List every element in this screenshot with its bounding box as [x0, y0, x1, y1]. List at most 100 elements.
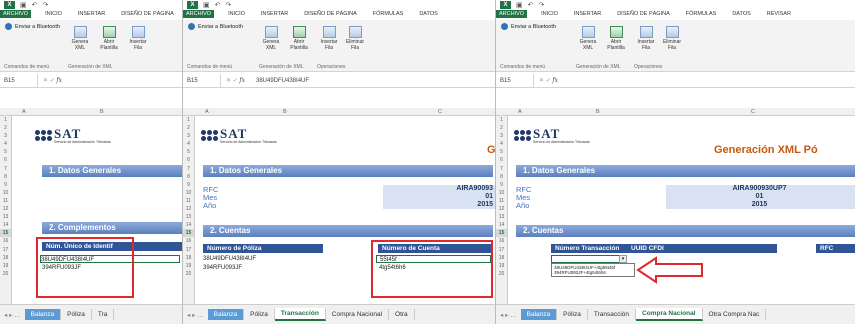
- row-number[interactable]: 20: [496, 270, 507, 278]
- tab-formulas[interactable]: FÓRMULAS: [684, 10, 719, 18]
- row-number[interactable]: 17: [0, 246, 11, 254]
- row-number[interactable]: 8: [0, 173, 11, 181]
- insertar-fila-button[interactable]: Insertar Fila: [126, 26, 150, 52]
- row-number[interactable]: 10: [496, 189, 507, 197]
- save-icon[interactable]: ▣: [203, 1, 210, 9]
- row-number[interactable]: 4: [183, 140, 194, 148]
- sheet-tab-poliza[interactable]: Póliza: [557, 309, 588, 320]
- col-b[interactable]: B: [596, 109, 600, 115]
- row-number[interactable]: 16: [183, 237, 194, 245]
- col-c[interactable]: C: [751, 109, 755, 115]
- row-number[interactable]: 2: [496, 124, 507, 132]
- row-number[interactable]: 9: [183, 181, 194, 189]
- row-number[interactable]: 5: [183, 148, 194, 156]
- row-number[interactable]: 8: [496, 173, 507, 181]
- cell-b16[interactable]: 394RFU093JF: [203, 264, 242, 272]
- row-number[interactable]: 19: [496, 262, 507, 270]
- sheet-tab-balanza[interactable]: Balanza: [24, 309, 62, 320]
- row-number[interactable]: 1: [183, 116, 194, 124]
- sheet-tab-otra-compra[interactable]: Otra Compra Nac: [703, 309, 767, 320]
- mes-value[interactable]: 01: [383, 193, 495, 201]
- col-a[interactable]: A: [205, 109, 209, 115]
- row-number[interactable]: 6: [183, 156, 194, 164]
- row-number[interactable]: 8: [183, 173, 194, 181]
- mes-value[interactable]: 01: [666, 193, 855, 201]
- sheet-tab-transaccion[interactable]: Tra: [92, 309, 115, 320]
- sheet-tab-compra-nacional[interactable]: Compra Nacional: [636, 308, 703, 321]
- tab-inicio[interactable]: INICIO: [43, 10, 64, 18]
- row-number[interactable]: 17: [496, 246, 507, 254]
- tab-datos[interactable]: DATOS: [730, 10, 752, 18]
- undo-icon[interactable]: ↶: [32, 1, 38, 9]
- tab-datos[interactable]: DATOS: [417, 10, 439, 18]
- cell-b15[interactable]: 38U49DFU438I4UF: [203, 255, 256, 263]
- genera-xml-button[interactable]: Genera XML: [259, 26, 283, 52]
- row-number[interactable]: 9: [496, 181, 507, 189]
- row-number[interactable]: 5: [496, 148, 507, 156]
- row-number[interactable]: 12: [183, 205, 194, 213]
- row-number[interactable]: 18: [0, 254, 11, 262]
- tab-insertar[interactable]: INSERTAR: [259, 10, 290, 18]
- row-number[interactable]: 16: [0, 237, 11, 245]
- tab-insertar[interactable]: INSERTAR: [572, 10, 603, 18]
- row-number[interactable]: 11: [496, 197, 507, 205]
- col-b[interactable]: B: [100, 109, 104, 115]
- row-number[interactable]: 2: [0, 124, 11, 132]
- row-number[interactable]: 7: [496, 165, 507, 173]
- row-number[interactable]: 20: [0, 270, 11, 278]
- abrir-plantilla-button[interactable]: Abrir Plantilla: [604, 26, 628, 52]
- row-number[interactable]: 14: [0, 221, 11, 229]
- tab-nav-arrows[interactable]: ◂ ▸ …: [0, 311, 25, 319]
- name-box[interactable]: B15: [0, 74, 38, 87]
- sheet-tab-poliza[interactable]: Póliza: [244, 309, 275, 320]
- row-number[interactable]: 1: [496, 116, 507, 124]
- row-number[interactable]: 14: [496, 221, 507, 229]
- row-number[interactable]: 19: [183, 262, 194, 270]
- row-number[interactable]: 6: [0, 156, 11, 164]
- row-number[interactable]: 1: [0, 116, 11, 124]
- cell-b15[interactable]: [551, 255, 627, 263]
- genera-xml-button[interactable]: Genera XML: [576, 26, 600, 52]
- insertar-fila-button[interactable]: Insertar Fila: [317, 26, 341, 52]
- row-number[interactable]: 18: [183, 254, 194, 262]
- row-number[interactable]: 19: [0, 262, 11, 270]
- row-number[interactable]: 7: [183, 165, 194, 173]
- row-number[interactable]: 13: [183, 213, 194, 221]
- row-number[interactable]: 3: [0, 132, 11, 140]
- row-number-selected[interactable]: 15: [496, 229, 507, 238]
- bluetooth-button[interactable]: Enviar a Bluetooth: [501, 23, 556, 30]
- abrir-plantilla-button[interactable]: Abrir Plantilla: [287, 26, 311, 52]
- dropdown-arrow-icon[interactable]: ▾: [619, 255, 627, 263]
- tab-archivo[interactable]: ARCHIVO: [0, 10, 32, 18]
- row-number[interactable]: 13: [496, 213, 507, 221]
- sheet-tab-poliza[interactable]: Póliza: [61, 309, 92, 320]
- name-box[interactable]: B15: [183, 74, 221, 87]
- row-number[interactable]: 5: [0, 148, 11, 156]
- sheet-tab-transaccion[interactable]: Transacción: [274, 308, 326, 321]
- tab-formulas[interactable]: FÓRMULAS: [371, 10, 406, 18]
- rfc-value[interactable]: AIRA900930UP7: [666, 185, 855, 193]
- row-number[interactable]: 13: [0, 213, 11, 221]
- row-number-selected[interactable]: 15: [183, 229, 194, 238]
- tab-archivo[interactable]: ARCHIVO: [496, 10, 528, 18]
- sheet-tab-compra-nacional[interactable]: Compra Nacional: [326, 309, 390, 320]
- row-number[interactable]: 16: [496, 237, 507, 245]
- formula-input[interactable]: 38U49DFU438I4UF: [250, 78, 309, 84]
- tab-archivo[interactable]: ARCHIVO: [183, 10, 215, 18]
- row-number[interactable]: 10: [183, 189, 194, 197]
- row-number[interactable]: 14: [183, 221, 194, 229]
- tab-revisar[interactable]: REVISAR: [765, 10, 793, 18]
- tab-nav-arrows[interactable]: ◂ ▸ …: [183, 311, 208, 319]
- tab-inicio[interactable]: INICIO: [539, 10, 560, 18]
- genera-xml-button[interactable]: Genera XML: [68, 26, 92, 52]
- row-number[interactable]: 4: [0, 140, 11, 148]
- row-number[interactable]: 10: [0, 189, 11, 197]
- row-number[interactable]: 20: [183, 270, 194, 278]
- bluetooth-button[interactable]: Enviar a Bluetooth: [5, 23, 60, 30]
- eliminar-fila-button[interactable]: Eliminar Fila: [343, 26, 367, 52]
- row-number[interactable]: 11: [0, 197, 11, 205]
- col-c[interactable]: C: [438, 109, 442, 115]
- anio-value[interactable]: 2015: [383, 201, 495, 209]
- eliminar-fila-button[interactable]: Eliminar Fila: [660, 26, 684, 52]
- rfc-value[interactable]: AIRA90093: [383, 185, 495, 193]
